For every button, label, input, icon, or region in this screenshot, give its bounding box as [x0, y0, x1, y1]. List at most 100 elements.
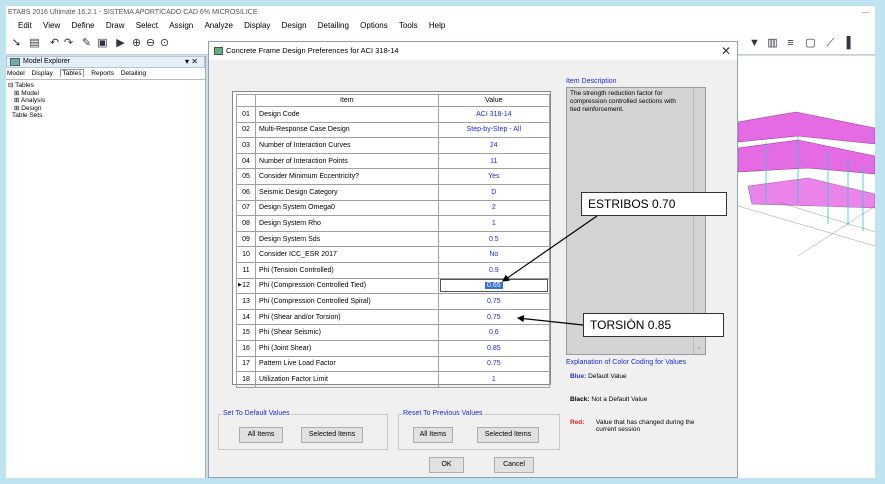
- save-icon[interactable]: ▤: [28, 37, 41, 50]
- row-value[interactable]: 11: [437, 152, 551, 170]
- table-row[interactable]: 04 Number of Interaction Points 11: [235, 152, 551, 170]
- tree-item-model[interactable]: ⊞ Model: [8, 90, 205, 98]
- set-default-all-items-button[interactable]: All Items: [239, 427, 283, 443]
- close-icon[interactable]: ✕: [721, 42, 731, 60]
- menu-select[interactable]: Select: [136, 19, 158, 33]
- run-icon[interactable]: ▶: [114, 37, 127, 50]
- value-edit-field[interactable]: 0.65: [439, 279, 548, 293]
- tab-model[interactable]: Model: [7, 70, 25, 77]
- menu-edit[interactable]: Edit: [18, 19, 32, 33]
- section-icon[interactable]: ≡: [784, 37, 797, 50]
- menu-design[interactable]: Design: [282, 19, 307, 33]
- table-row[interactable]: 01 Design Code ACI 318-14: [235, 106, 551, 123]
- table-row[interactable]: 07 Design System Omega0 2: [235, 199, 551, 217]
- table-row[interactable]: 09 Design System Sds 0.5: [235, 230, 551, 248]
- table-row[interactable]: 17 Pattern Live Load Factor 0.75: [235, 355, 551, 373]
- table-row[interactable]: 03 Number of Interaction Curves 24: [235, 137, 551, 154]
- row-value[interactable]: D: [437, 183, 551, 201]
- table-row[interactable]: 11 Phi (Tension Controlled) 0.9: [235, 261, 551, 279]
- menu-draw[interactable]: Draw: [106, 19, 125, 33]
- table-row[interactable]: 16 Phi (Joint Shear) 0.85: [235, 339, 551, 357]
- menu-options[interactable]: Options: [360, 19, 388, 33]
- legend-blue-key: Blue:: [570, 373, 587, 380]
- building-slabs: [738, 111, 875, 209]
- cancel-button[interactable]: Cancel: [494, 457, 534, 473]
- row-item: Phi (Shear Seismic): [255, 324, 439, 341]
- row-value[interactable]: 2: [437, 199, 551, 217]
- menu-define[interactable]: Define: [71, 19, 94, 33]
- menu-assign[interactable]: Assign: [169, 19, 193, 33]
- set-default-selected-items-button[interactable]: Selected Items: [301, 427, 363, 443]
- tree-item-table-sets[interactable]: Table Sets: [8, 112, 205, 120]
- ok-button[interactable]: OK: [429, 457, 464, 473]
- legend-black-text: Not a Default Value: [591, 396, 648, 403]
- row-value[interactable]: 0.9: [437, 261, 551, 279]
- row-value[interactable]: 1: [437, 371, 551, 388]
- row-number: 02: [235, 121, 257, 139]
- table-row[interactable]: 06 Seismic Design Category D: [235, 183, 551, 201]
- table-row[interactable]: 15 Phi (Shear Seismic) 0.6: [235, 324, 551, 341]
- reset-previous-selected-items-button[interactable]: Selected Items: [477, 427, 539, 443]
- row-item: Number of Interaction Points: [255, 152, 439, 170]
- pointer-icon[interactable]: ➘: [10, 37, 23, 50]
- row-number: 18: [235, 371, 257, 388]
- frame-icon[interactable]: ▥: [766, 37, 779, 50]
- menu-detailing[interactable]: Detailing: [318, 19, 349, 33]
- row-value[interactable]: 0.75: [437, 308, 551, 326]
- tab-detailing[interactable]: Detailing: [121, 70, 146, 77]
- menu-analyze[interactable]: Analyze: [204, 19, 232, 33]
- row-value[interactable]: 24: [437, 137, 551, 154]
- row-value-editor[interactable]: 0.65: [437, 277, 551, 295]
- dialog-title: Concrete Frame Design Preferences for AC…: [226, 46, 399, 55]
- row-item: Phi (Tension Controlled): [255, 261, 439, 279]
- panel-controls[interactable]: ▾ ✕: [185, 57, 198, 67]
- row-value[interactable]: 0.75: [437, 355, 551, 373]
- row-number: 09: [235, 230, 257, 248]
- undo-icon[interactable]: ↶: [48, 37, 61, 50]
- row-value[interactable]: No: [437, 246, 551, 263]
- row-value[interactable]: Yes: [437, 168, 551, 185]
- row-value[interactable]: 0.6: [437, 324, 551, 341]
- row-value[interactable]: 0.85: [437, 339, 551, 357]
- lock-icon[interactable]: ▣: [96, 37, 109, 50]
- reset-previous-all-items-button[interactable]: All Items: [413, 427, 453, 443]
- zoom-in-icon[interactable]: ⊕: [130, 37, 143, 50]
- column-icon[interactable]: ▌: [844, 37, 857, 50]
- tab-tables[interactable]: Tables: [59, 69, 85, 77]
- brace-icon[interactable]: ⟋: [824, 37, 837, 50]
- table-row[interactable]: 13 Phi (Compression Controlled Spiral) 0.7…: [235, 293, 551, 310]
- menu-view[interactable]: View: [43, 19, 60, 33]
- table-row[interactable]: 05 Consider Minimum Eccentricity? Yes: [235, 168, 551, 185]
- zoom-out-icon[interactable]: ⊖: [144, 37, 157, 50]
- tree-item-design[interactable]: ⊞ Design: [8, 105, 205, 113]
- table-row[interactable]: 02 Multi-Response Case Design Step-by-Step…: [235, 121, 551, 139]
- row-value[interactable]: Step-by-Step - All: [437, 121, 551, 139]
- menu-display[interactable]: Display: [244, 19, 270, 33]
- table-row[interactable]: 08 Design System Rho 1: [235, 215, 551, 232]
- shell-icon[interactable]: ▢: [804, 37, 817, 50]
- tab-reports[interactable]: Reports: [91, 70, 114, 77]
- row-value[interactable]: 1: [437, 215, 551, 232]
- redo-icon[interactable]: ↷: [62, 37, 75, 50]
- row-item: Design Code: [255, 106, 439, 123]
- minimize-button[interactable]: —: [862, 6, 869, 19]
- row-item: Design System Rho: [255, 215, 439, 232]
- menu-help[interactable]: Help: [429, 19, 445, 33]
- pencil-icon[interactable]: ✎: [80, 37, 93, 50]
- row-value[interactable]: 0.5: [437, 230, 551, 248]
- table-row[interactable]: 18 Utilization Factor Limit 1: [235, 371, 551, 388]
- row-number: 07: [235, 199, 257, 217]
- zoom-window-icon[interactable]: ⊙: [158, 37, 171, 50]
- view-icon[interactable]: ▼: [748, 37, 761, 50]
- menu-tools[interactable]: Tools: [399, 19, 418, 33]
- tab-display[interactable]: Display: [32, 70, 53, 77]
- tree-item-tables[interactable]: ⊟ Tables: [8, 82, 205, 90]
- tree-item-analysis[interactable]: ⊞ Analysis: [8, 97, 205, 105]
- chevron-down-icon[interactable]: ⌄: [696, 344, 702, 352]
- table-row[interactable]: 10 Consider ICC_ESR 2017 No: [235, 246, 551, 263]
- table-row[interactable]: 14 Phi (Shear and/or Torsion) 0.75: [235, 308, 551, 326]
- row-number: 17: [235, 355, 257, 373]
- row-value[interactable]: ACI 318-14: [437, 106, 551, 123]
- table-row-selected[interactable]: ▶ 12 Phi (Compression Controlled Tied) 0.65: [235, 277, 551, 295]
- row-value[interactable]: 0.75: [437, 293, 551, 310]
